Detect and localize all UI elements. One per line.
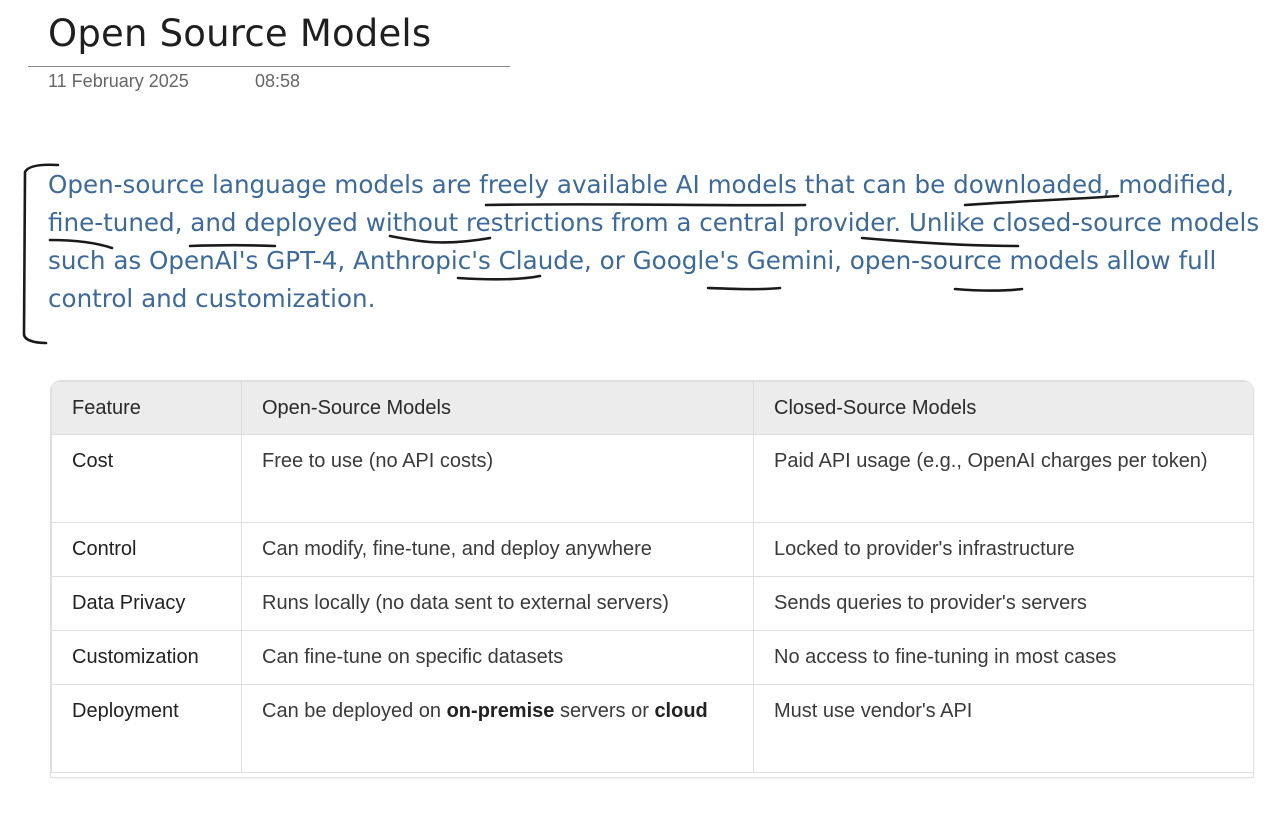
title-divider <box>28 66 510 67</box>
feature-cell: Control <box>51 522 242 577</box>
table-row: Deployment Can be deployed on on-premise… <box>51 684 1253 773</box>
page-title: Open Source Models <box>48 12 432 55</box>
closed-source-cell: Paid API usage (e.g., OpenAI charges per… <box>753 434 1253 523</box>
table-row: Cost Free to use (no API costs) Paid API… <box>51 434 1253 523</box>
open-source-cell: Free to use (no API costs) <box>241 434 754 523</box>
table-row: Data Privacy Runs locally (no data sent … <box>51 576 1253 631</box>
feature-cell: Data Privacy <box>51 576 242 631</box>
header-open-source: Open-Source Models <box>241 381 754 435</box>
open-source-cell: Can be deployed on on-premise servers or… <box>241 684 754 773</box>
comparison-table: Feature Open-Source Models Closed-Source… <box>51 381 1253 777</box>
deploy-emphasis-cloud: cloud <box>654 700 708 722</box>
deploy-emphasis-on-premise: on-premise <box>446 700 555 722</box>
closed-source-cell: No access to fine-tuning in most cases <box>753 630 1253 685</box>
table-row: Control Can modify, fine-tune, and deplo… <box>51 522 1253 577</box>
closed-source-cell: Sends queries to provider's servers <box>753 576 1253 631</box>
open-source-cell: Can modify, fine-tune, and deploy anywhe… <box>241 522 754 577</box>
feature-cell: Customization <box>51 630 242 685</box>
header-feature: Feature <box>51 381 242 435</box>
feature-cell: Deployment <box>51 684 242 773</box>
header-closed-source: Closed-Source Models <box>753 381 1253 435</box>
note-time: 08:58 <box>255 71 301 91</box>
table-row: Customization Can fine-tune on specific … <box>51 630 1253 685</box>
deploy-text-2: servers or <box>554 700 655 722</box>
closed-source-cell: Must use vendor's API <box>753 684 1253 773</box>
deploy-text-1: Can be deployed on <box>262 700 447 722</box>
feature-cell: Cost <box>51 434 242 523</box>
open-source-cell: Runs locally (no data sent to external s… <box>241 576 754 631</box>
note-date: 11 February 2025 <box>48 71 189 91</box>
table-header-row: Feature Open-Source Models Closed-Source… <box>51 381 1253 435</box>
intro-paragraph: Open-source language models are freely a… <box>48 170 1260 313</box>
closed-source-cell: Locked to provider's infrastructure <box>753 522 1253 577</box>
open-source-cell: Can fine-tune on specific datasets <box>241 630 754 685</box>
